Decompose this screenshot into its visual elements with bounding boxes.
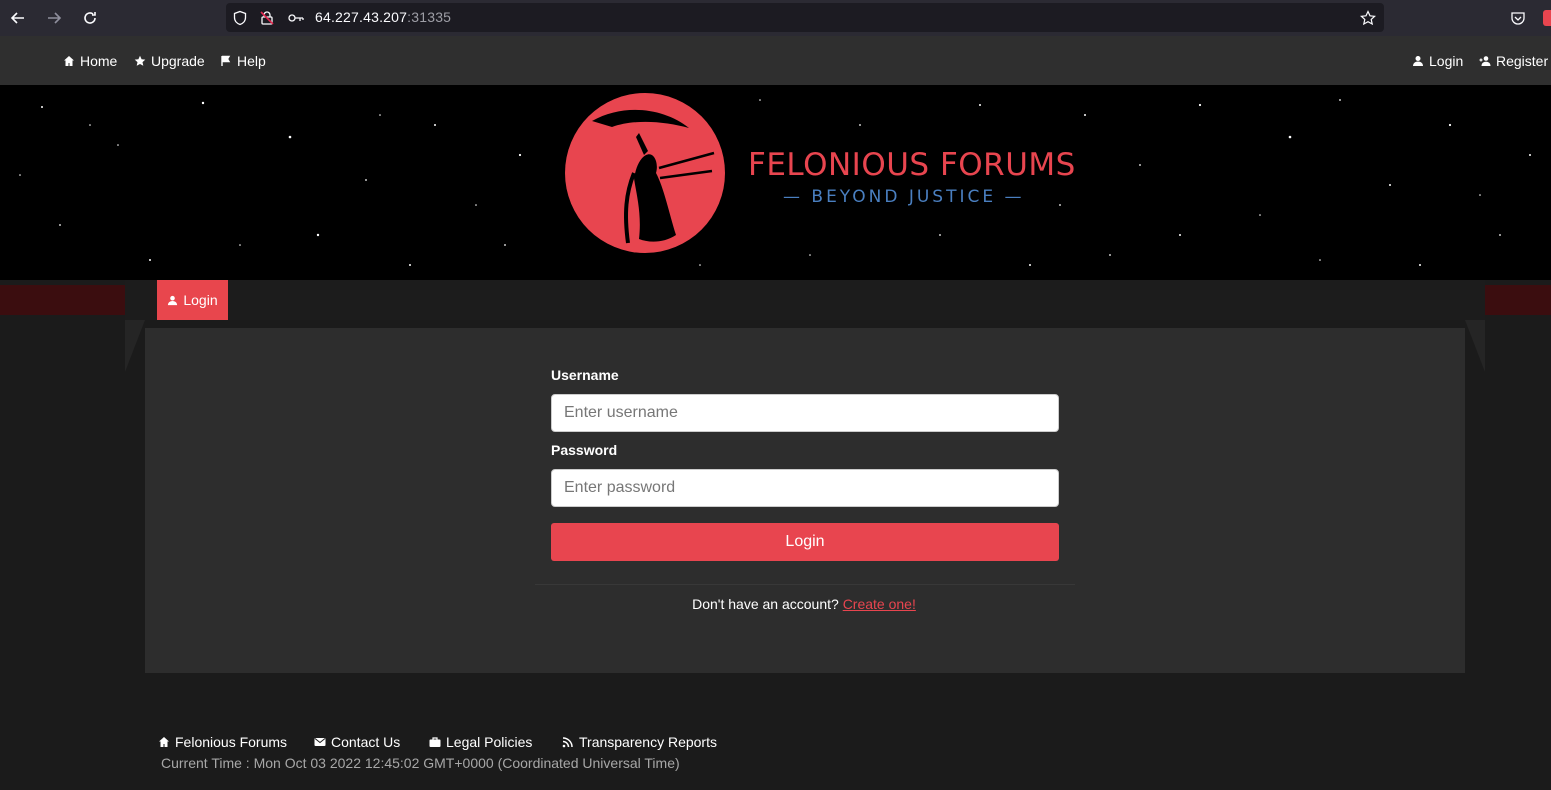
footer-transparency-link[interactable]: Transparency Reports — [562, 734, 717, 750]
home-icon — [159, 737, 169, 747]
nav-login-label: Login — [1429, 53, 1464, 69]
footer-legal-link[interactable]: Legal Policies — [429, 734, 532, 750]
nav-help[interactable]: Help — [220, 53, 266, 69]
star-icon — [134, 55, 146, 66]
briefcase-icon — [429, 737, 441, 747]
url-bar[interactable]: 64.227.43.207:31335 — [226, 3, 1384, 32]
login-submit-button[interactable]: Login — [551, 523, 1059, 561]
back-icon[interactable] — [6, 6, 30, 30]
url-port: :31335 — [407, 9, 452, 25]
browser-toolbar: 64.227.43.207:31335 — [0, 0, 1551, 36]
brand-title: FELONIOUS FORUMS — [748, 147, 1076, 183]
insecure-lock-icon[interactable] — [258, 9, 276, 27]
username-label: Username — [551, 367, 619, 383]
bookmark-star-icon[interactable] — [1359, 9, 1377, 27]
nav-upgrade[interactable]: Upgrade — [134, 53, 205, 69]
tab-login-label: Login — [183, 292, 218, 308]
reload-icon[interactable] — [78, 6, 102, 30]
nav-register-label: Register — [1496, 53, 1549, 69]
extension-icon[interactable] — [1543, 10, 1551, 26]
reaper-logo-icon — [565, 93, 725, 253]
site-navbar: Home Upgrade Help Login Register — [0, 36, 1551, 85]
user-plus-icon — [1479, 56, 1491, 66]
nav-login[interactable]: Login — [1412, 53, 1463, 69]
password-label: Password — [551, 442, 618, 458]
site-logo[interactable] — [564, 93, 728, 258]
url-text: 64.227.43.207:31335 — [315, 9, 451, 25]
nav-home-label: Home — [80, 53, 118, 69]
footer-current-time: Current Time : Mon Oct 03 2022 12:45:02 … — [161, 755, 680, 771]
footer-contact-label: Contact Us — [331, 734, 401, 750]
signup-prompt: Don't have an account? Create one! — [0, 596, 1551, 612]
username-input[interactable] — [551, 394, 1059, 432]
password-input[interactable] — [551, 469, 1059, 507]
url-host: 64.227.43.207 — [315, 9, 408, 25]
form-divider — [535, 584, 1075, 585]
nav-register[interactable]: Register — [1479, 53, 1548, 69]
nav-home[interactable]: Home — [63, 53, 117, 69]
footer-home-label: Felonious Forums — [175, 734, 288, 750]
user-icon — [168, 295, 178, 305]
panel-bevel-right — [1465, 320, 1485, 372]
tab-login[interactable]: Login — [157, 280, 228, 320]
footer-transparency-label: Transparency Reports — [579, 734, 717, 750]
brand-subtitle: — BEYOND JUSTICE — — [783, 187, 1025, 207]
nav-help-label: Help — [237, 53, 266, 69]
footer-home-link[interactable]: Felonious Forums — [158, 734, 287, 750]
signup-text: Don't have an account? — [692, 596, 839, 612]
shield-icon[interactable] — [231, 9, 249, 27]
user-icon — [1413, 56, 1423, 66]
key-icon[interactable] — [287, 9, 305, 27]
create-account-link[interactable]: Create one! — [843, 596, 916, 612]
forward-icon[interactable] — [42, 6, 66, 30]
nav-upgrade-label: Upgrade — [151, 53, 205, 69]
footer-contact-link[interactable]: Contact Us — [314, 734, 400, 750]
pocket-icon[interactable] — [1506, 6, 1530, 30]
footer-legal-label: Legal Policies — [446, 734, 533, 750]
tab-bar — [125, 280, 1485, 320]
envelope-icon — [314, 738, 326, 746]
flag-icon — [221, 55, 231, 66]
hero-banner: FELONIOUS FORUMS — BEYOND JUSTICE — — [0, 85, 1551, 280]
home-icon — [64, 56, 74, 66]
panel-bevel-left — [125, 320, 145, 372]
rss-icon — [562, 737, 573, 748]
